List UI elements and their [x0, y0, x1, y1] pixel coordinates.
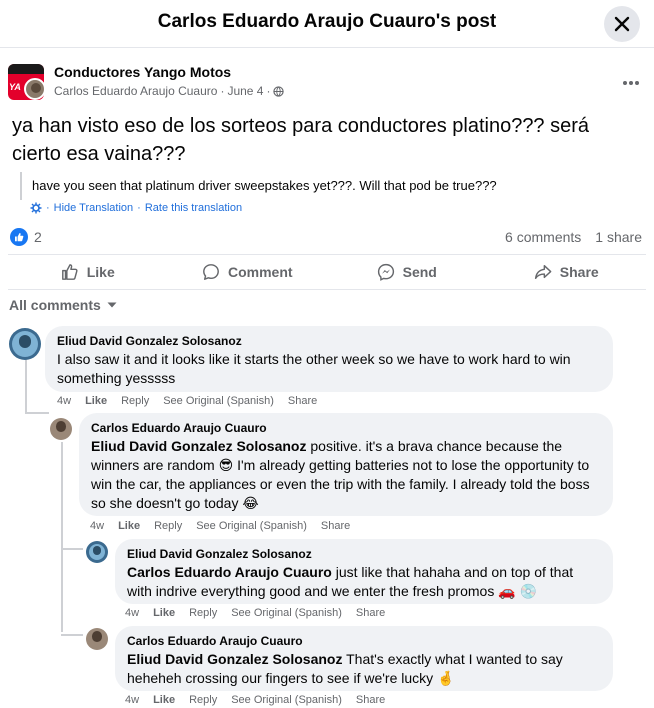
translation-links: · Hide Translation · Rate this translati…: [30, 202, 242, 214]
reactions-summary[interactable]: 2: [10, 228, 42, 246]
thread-line: [61, 634, 83, 636]
comment-button[interactable]: Comment: [168, 255, 328, 289]
share-button[interactable]: Share: [487, 255, 647, 289]
comment-bubble: Carlos Eduardo Araujo Cuauro Eliud David…: [79, 413, 613, 516]
comment-reply-button[interactable]: Reply: [189, 694, 217, 706]
group-name-link[interactable]: Conductores Yango Motos: [54, 64, 231, 80]
comment-author-link[interactable]: Carlos Eduardo Araujo Cuauro: [91, 421, 601, 435]
comment-bubble: Eliud David Gonzalez Solosanoz I also sa…: [45, 326, 613, 392]
post-header: YA Conductores Yango Motos Carlos Eduard…: [8, 62, 646, 102]
commenter-avatar[interactable]: [86, 628, 108, 650]
more-icon: [623, 81, 639, 85]
commenter-avatar[interactable]: [9, 328, 41, 360]
author-avatar[interactable]: [24, 78, 46, 100]
post-action-bar: Like Comment Send Share: [8, 254, 646, 290]
comment-author-link[interactable]: Carlos Eduardo Araujo Cuauro: [127, 634, 601, 648]
thread-line: [61, 442, 63, 632]
comment-share-button[interactable]: Share: [356, 694, 385, 706]
comment-reply-button[interactable]: Reply: [189, 607, 217, 619]
comment-actions: 4w Like Reply See Original (Spanish) Sha…: [125, 607, 385, 619]
post-date-link[interactable]: June 4: [227, 84, 263, 98]
chevron-down-icon: [107, 302, 117, 308]
comment-text: Eliud David Gonzalez Solosanoz positive.…: [91, 437, 601, 513]
see-original-link[interactable]: See Original (Spanish): [196, 520, 307, 532]
hide-translation-link[interactable]: Hide Translation: [54, 202, 134, 214]
share-arrow-icon: [534, 264, 552, 280]
close-button[interactable]: [604, 6, 640, 42]
comment-icon: [203, 264, 219, 280]
comment-time[interactable]: 4w: [125, 607, 139, 619]
thread-line: [61, 548, 83, 550]
comments-filter-label: All comments: [9, 297, 101, 313]
comments-count-link[interactable]: 6 comments: [505, 229, 581, 245]
post-stats: 6 comments 1 share: [505, 229, 642, 245]
meta-separator: ·: [220, 84, 225, 98]
translation-text: have you seen that platinum driver sweep…: [32, 178, 497, 193]
comment-label: Comment: [227, 264, 293, 280]
separator-dot-2: ·: [137, 202, 141, 214]
thumbs-up-icon: [61, 264, 78, 280]
close-icon: [614, 16, 630, 32]
comments-filter-dropdown[interactable]: All comments: [9, 297, 117, 313]
comment-share-button[interactable]: Share: [288, 395, 317, 407]
comment-actions: 4w Like Reply See Original (Spanish) Sha…: [90, 520, 350, 532]
mention-link[interactable]: Eliud David Gonzalez Solosanoz: [91, 438, 306, 454]
comment-share-button[interactable]: Share: [321, 520, 350, 532]
translation-block: have you seen that platinum driver sweep…: [20, 172, 620, 200]
comment-bubble: Carlos Eduardo Araujo Cuauro Eliud David…: [115, 626, 613, 691]
post-author-link[interactable]: Carlos Eduardo Araujo Cuauro: [54, 84, 217, 98]
comment-like-button[interactable]: Like: [118, 520, 140, 532]
reaction-count: 2: [34, 229, 42, 245]
comment-text: I also saw it and it looks like it start…: [57, 351, 571, 386]
comment-reply-button[interactable]: Reply: [154, 520, 182, 532]
comment-author-link[interactable]: Eliud David Gonzalez Solosanoz: [127, 547, 601, 561]
like-reaction-icon: [10, 228, 28, 246]
like-button[interactable]: Like: [8, 255, 168, 289]
dialog-title: Carlos Eduardo Araujo Cuauro's post: [157, 11, 497, 32]
shares-count-link[interactable]: 1 share: [595, 229, 642, 245]
like-label: Like: [86, 264, 115, 280]
comment-time[interactable]: 4w: [90, 520, 104, 532]
comment-like-button[interactable]: Like: [153, 607, 175, 619]
more-options-button[interactable]: [622, 70, 640, 91]
mention-link[interactable]: Eliud David Gonzalez Solosanoz: [127, 651, 342, 667]
thread-line: [25, 358, 27, 414]
comment-reply-button[interactable]: Reply: [121, 395, 149, 407]
rate-translation-link[interactable]: Rate this translation: [145, 202, 242, 214]
meta-separator-2: ·: [266, 84, 271, 98]
messenger-icon: [377, 263, 394, 281]
post-text: ya han visto eso de los sorteos para con…: [12, 115, 590, 165]
send-label: Send: [402, 264, 437, 280]
send-button[interactable]: Send: [327, 255, 487, 289]
comment-like-button[interactable]: Like: [153, 694, 175, 706]
comment-actions: 4w Like Reply See Original (Spanish) Sha…: [57, 395, 317, 407]
thread-line: [25, 412, 49, 414]
comment-text: Eliud David Gonzalez Solosanoz That's ex…: [127, 650, 601, 688]
see-original-link[interactable]: See Original (Spanish): [231, 694, 342, 706]
dialog-header: Carlos Eduardo Araujo Cuauro's post: [0, 0, 654, 48]
comment-time[interactable]: 4w: [125, 694, 139, 706]
see-original-link[interactable]: See Original (Spanish): [163, 395, 274, 407]
commenter-avatar[interactable]: [50, 418, 72, 440]
comment-time[interactable]: 4w: [57, 395, 71, 407]
comment-bubble: Eliud David Gonzalez Solosanoz Carlos Ed…: [115, 539, 613, 604]
comment-text: Carlos Eduardo Araujo Cuauro just like t…: [127, 563, 601, 601]
mention-link[interactable]: Carlos Eduardo Araujo Cuauro: [127, 564, 332, 580]
see-original-link[interactable]: See Original (Spanish): [231, 607, 342, 619]
comment-share-button[interactable]: Share: [356, 607, 385, 619]
separator-dot: ·: [46, 202, 50, 214]
comment-author-link[interactable]: Eliud David Gonzalez Solosanoz: [57, 334, 601, 348]
comment-actions: 4w Like Reply See Original (Spanish) Sha…: [125, 694, 385, 706]
post-meta: Carlos Eduardo Araujo Cuauro · June 4 ·: [54, 84, 285, 98]
commenter-avatar[interactable]: [86, 541, 108, 563]
share-label: Share: [559, 264, 599, 280]
comment-like-button[interactable]: Like: [85, 395, 107, 407]
globe-icon: [273, 85, 285, 97]
translate-icon: [30, 202, 42, 214]
